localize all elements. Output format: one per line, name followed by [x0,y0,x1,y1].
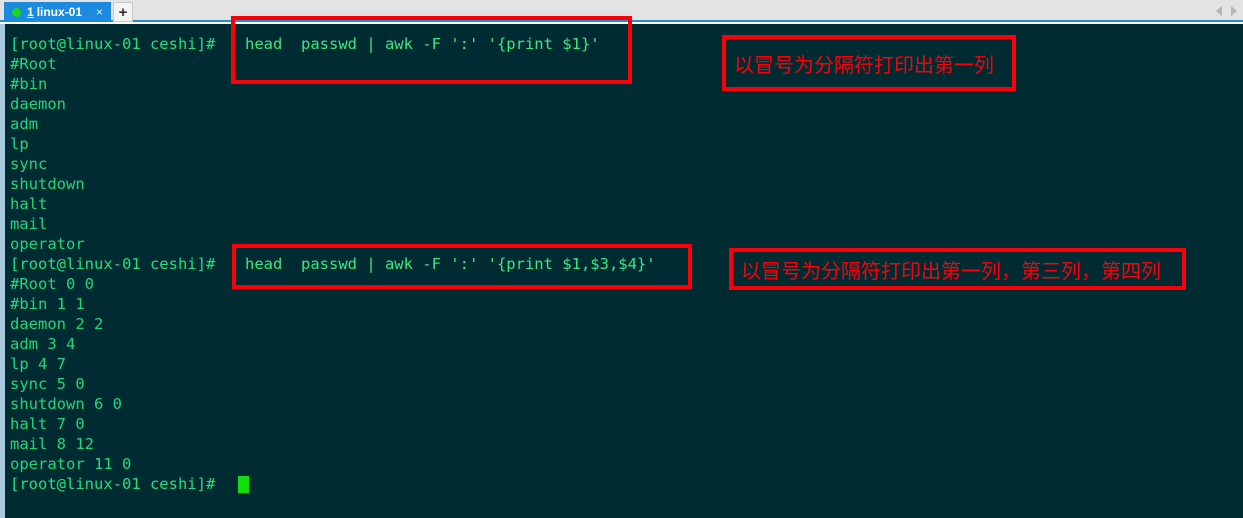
tab-scroll-controls [1216,6,1237,16]
output-line: lp [10,135,29,153]
new-tab-button[interactable]: + [113,2,133,22]
close-icon[interactable]: × [96,6,103,18]
output-line: sync 5 0 [10,375,85,393]
shell-prompt-3: [root@linux-01 ceshi]# [10,475,216,493]
output-line: #Root 0 0 [10,275,94,293]
annotation-note-1: 以冒号为分隔符打印出第一列 [722,35,1016,91]
output-line: lp 4 7 [10,355,66,373]
output-line: #bin 1 1 [10,295,85,313]
tab-title: linux-01 [36,5,83,19]
output-line: adm 3 4 [10,335,76,353]
output-line: #Root [10,55,57,73]
output-line: halt [10,195,48,213]
output-line: daemon 2 2 [10,315,104,333]
output-line: operator 11 0 [10,455,132,473]
shell-prompt-2: [root@linux-01 ceshi]# [10,255,216,273]
shell-prompt-1: [root@linux-01 ceshi]# [10,35,216,53]
highlight-box-command-2 [232,244,692,289]
tab-linux-01[interactable]: 1 linux-01 × [4,2,112,22]
tab-status-dot [12,7,21,17]
annotation-note-1-text: 以冒号为分隔符打印出第一列 [734,52,994,77]
chevron-right-icon[interactable] [1231,6,1237,16]
output-line: #bin [10,75,48,93]
output-line: halt 7 0 [10,415,85,433]
annotation-note-2: 以冒号为分隔符打印出第一列，第三列，第四列 [729,248,1186,290]
block-cursor-icon [238,476,249,493]
output-line: mail 8 12 [10,435,94,453]
output-line: operator [10,235,85,253]
chevron-left-icon[interactable] [1216,6,1222,16]
annotation-note-2-text: 以冒号为分隔符打印出第一列，第三列，第四列 [741,258,1161,283]
highlight-box-command-1 [231,16,632,84]
output-line: sync [10,155,48,173]
output-line: adm [10,115,38,133]
output-line: shutdown [10,175,85,193]
output-line: mail [10,215,48,233]
tab-index: 1 [27,5,34,19]
output-line: shutdown 6 0 [10,395,122,413]
output-line: daemon [10,95,66,113]
